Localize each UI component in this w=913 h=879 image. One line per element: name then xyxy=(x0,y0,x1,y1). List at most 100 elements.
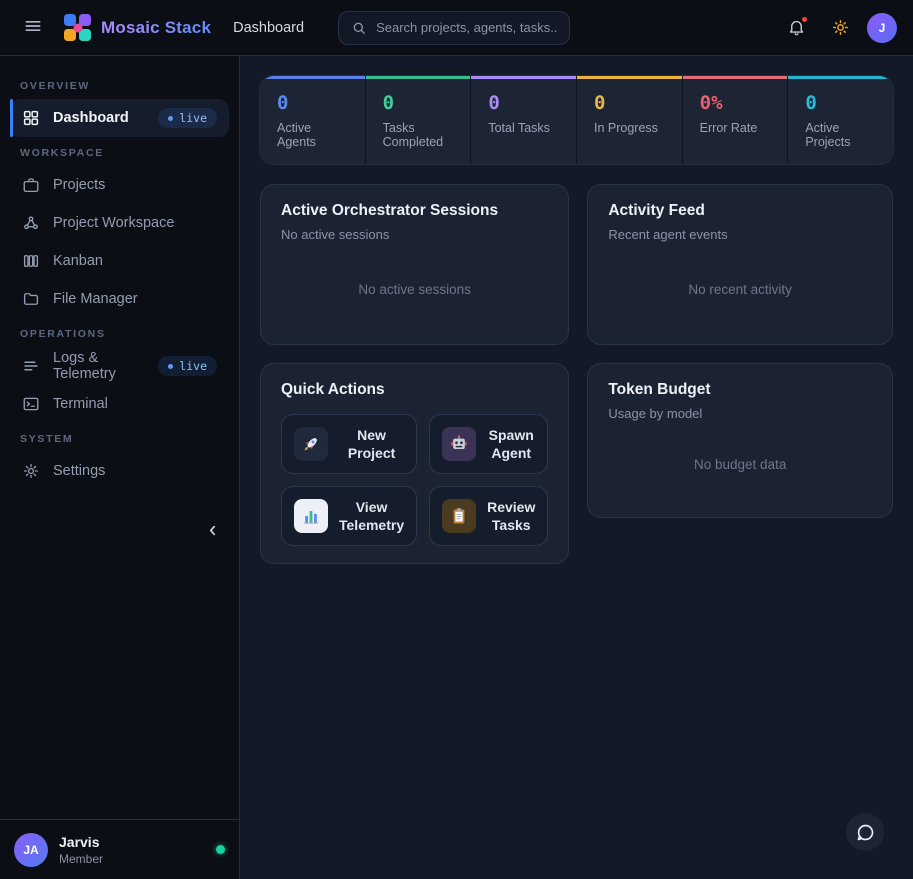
stat-value: 0 xyxy=(805,92,876,114)
sidebar-item-dashboard[interactable]: Dashboard live xyxy=(10,99,229,137)
stat-tasks-completed: 0 Tasks Completed xyxy=(366,76,471,164)
top-header: Mosaic Stack Dashboard J xyxy=(0,0,913,56)
stats-row: 0 Active Agents 0 Tasks Completed 0 Tota… xyxy=(260,76,893,164)
spawn-agent-button[interactable]: Spawn Agent xyxy=(429,414,548,474)
stat-value: 0 xyxy=(488,92,559,114)
sidebar-item-terminal[interactable]: Terminal xyxy=(10,385,229,423)
section-label-workspace: WORKSPACE xyxy=(20,147,219,159)
quick-actions-card: Quick Actions New Project Spawn Agent xyxy=(260,363,569,564)
notification-dot xyxy=(801,16,808,23)
hamburger-menu-button[interactable] xyxy=(16,11,50,45)
stat-value: 0 xyxy=(277,92,348,114)
sidebar-item-label: Dashboard xyxy=(53,110,129,126)
stat-label: Error Rate xyxy=(700,121,771,135)
stat-error-rate: 0% Error Rate xyxy=(683,76,788,164)
bar-chart-icon xyxy=(294,499,328,533)
dashboard-grid-icon xyxy=(22,109,40,127)
stat-in-progress: 0 In Progress xyxy=(577,76,682,164)
briefcase-icon xyxy=(22,176,40,194)
kanban-columns-icon xyxy=(22,252,40,270)
quick-action-label: Spawn Agent xyxy=(487,426,535,462)
sidebar-item-settings[interactable]: Settings xyxy=(10,452,229,490)
user-name: Jarvis xyxy=(59,834,103,850)
live-badge: live xyxy=(158,356,217,376)
user-role: Member xyxy=(59,852,103,866)
breadcrumb-page-title: Dashboard xyxy=(233,20,304,36)
robot-icon xyxy=(442,427,476,461)
sun-icon xyxy=(831,18,850,37)
section-label-operations: OPERATIONS xyxy=(20,328,219,340)
stat-label: Active Agents xyxy=(277,121,348,149)
hamburger-menu-icon xyxy=(23,16,43,39)
stat-value: 0% xyxy=(700,92,771,114)
app-logo[interactable]: Mosaic Stack xyxy=(64,14,211,41)
sidebar-item-label: Settings xyxy=(53,463,105,479)
clipboard-icon xyxy=(442,499,476,533)
stat-label: In Progress xyxy=(594,121,665,135)
card-title: Token Budget xyxy=(608,381,872,399)
chevron-left-icon xyxy=(204,522,221,539)
sidebar-item-label: Kanban xyxy=(53,253,103,269)
mosaic-logo-icon xyxy=(64,14,91,41)
card-title: Quick Actions xyxy=(281,381,548,399)
gear-icon xyxy=(22,462,40,480)
view-telemetry-button[interactable]: View Telemetry xyxy=(281,486,417,546)
log-lines-icon xyxy=(22,357,40,375)
rocket-icon xyxy=(294,427,328,461)
online-status-dot xyxy=(216,845,225,854)
main-content: 0 Active Agents 0 Tasks Completed 0 Tota… xyxy=(240,56,913,879)
search-icon xyxy=(351,20,367,36)
stat-value: 0 xyxy=(383,92,454,114)
live-badge: live xyxy=(158,108,217,128)
section-label-system: SYSTEM xyxy=(20,433,219,445)
empty-state-text: No budget data xyxy=(608,421,872,500)
sidebar: OVERVIEW Dashboard live WORKSPACE Projec… xyxy=(0,56,240,879)
stat-label: Tasks Completed xyxy=(383,121,454,149)
stat-label: Total Tasks xyxy=(488,121,559,135)
new-project-button[interactable]: New Project xyxy=(281,414,417,474)
sidebar-item-project-workspace[interactable]: Project Workspace xyxy=(10,204,229,242)
card-subtitle: No active sessions xyxy=(281,227,548,242)
section-label-overview: OVERVIEW xyxy=(20,80,219,92)
card-title: Active Orchestrator Sessions xyxy=(281,202,548,220)
chat-fab-button[interactable] xyxy=(846,813,884,851)
sidebar-item-label: Project Workspace xyxy=(53,215,174,231)
search-input[interactable] xyxy=(376,20,557,35)
sidebar-user-card[interactable]: JA Jarvis Member xyxy=(0,819,239,879)
quick-action-label: New Project xyxy=(339,426,404,462)
sidebar-item-kanban[interactable]: Kanban xyxy=(10,242,229,280)
sidebar-item-label: Projects xyxy=(53,177,105,193)
stat-active-projects: 0 Active Projects xyxy=(788,76,893,164)
user-avatar-initials: JA xyxy=(14,833,48,867)
stat-total-tasks: 0 Total Tasks xyxy=(471,76,576,164)
user-avatar[interactable]: J xyxy=(867,13,897,43)
app-name: Mosaic Stack xyxy=(101,18,211,38)
folder-icon xyxy=(22,290,40,308)
network-nodes-icon xyxy=(22,214,40,232)
empty-state-text: No active sessions xyxy=(281,242,548,327)
quick-action-label: Review Tasks xyxy=(487,498,535,534)
sidebar-item-label: File Manager xyxy=(53,291,138,307)
sidebar-item-projects[interactable]: Projects xyxy=(10,166,229,204)
stat-value: 0 xyxy=(594,92,665,114)
card-subtitle: Usage by model xyxy=(608,406,872,421)
sidebar-item-logs-telemetry[interactable]: Logs & Telemetry live xyxy=(10,347,229,385)
sidebar-item-label: Logs & Telemetry xyxy=(53,350,145,382)
empty-state-text: No recent activity xyxy=(608,242,872,327)
theme-toggle-button[interactable] xyxy=(823,11,857,45)
terminal-icon xyxy=(22,395,40,413)
card-title: Activity Feed xyxy=(608,202,872,220)
global-search[interactable] xyxy=(338,11,570,45)
activity-feed-card: Activity Feed Recent agent events No rec… xyxy=(587,184,893,345)
stat-active-agents: 0 Active Agents xyxy=(260,76,365,164)
sidebar-item-file-manager[interactable]: File Manager xyxy=(10,280,229,318)
sidebar-collapse-button[interactable] xyxy=(200,518,225,543)
review-tasks-button[interactable]: Review Tasks xyxy=(429,486,548,546)
card-subtitle: Recent agent events xyxy=(608,227,872,242)
chat-bubble-icon xyxy=(855,822,876,843)
token-budget-card: Token Budget Usage by model No budget da… xyxy=(587,363,893,518)
notifications-button[interactable] xyxy=(779,11,813,45)
sidebar-item-label: Terminal xyxy=(53,396,108,412)
active-sessions-card: Active Orchestrator Sessions No active s… xyxy=(260,184,569,345)
quick-action-label: View Telemetry xyxy=(339,498,404,534)
